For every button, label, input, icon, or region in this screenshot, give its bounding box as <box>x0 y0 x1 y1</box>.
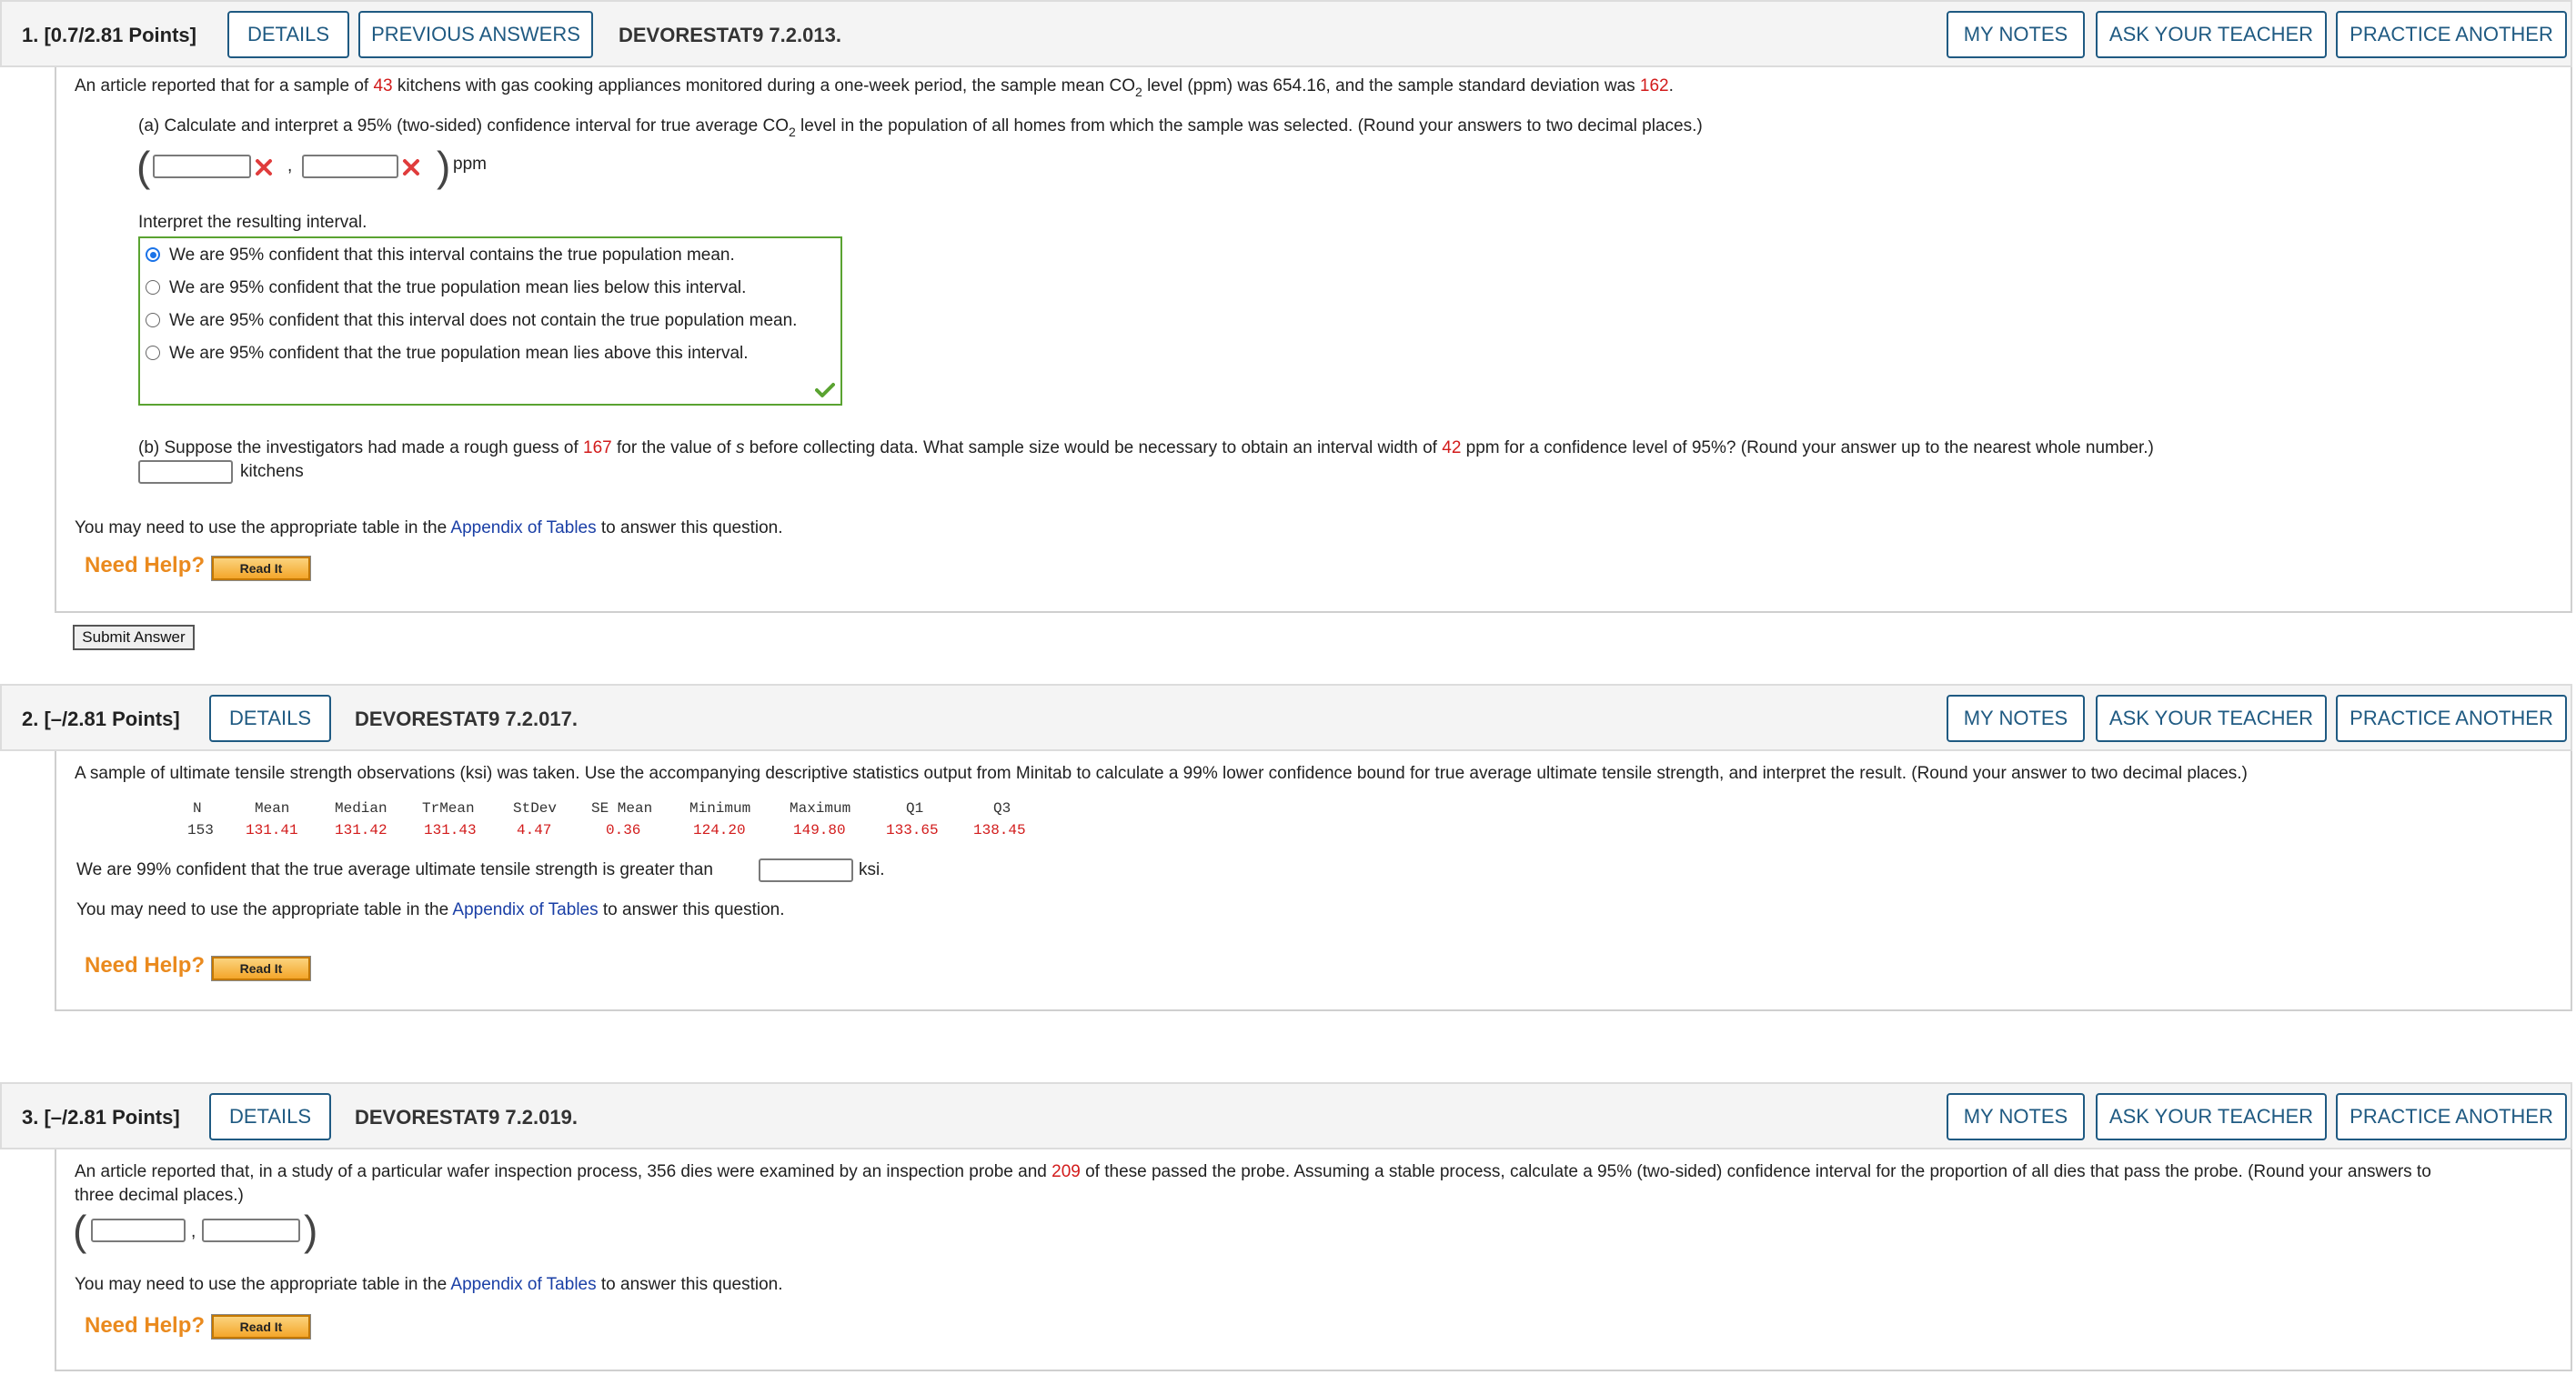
incorrect-x-icon <box>403 159 419 176</box>
q2-value-trmean: 131.43 <box>424 822 477 838</box>
q1-practice-another-button[interactable]: PRACTICE ANOTHER <box>2336 11 2567 58</box>
q2-value-mean: 131.41 <box>246 822 298 838</box>
q2-value-q3: 138.45 <box>973 822 1026 838</box>
q3-details-button[interactable]: DETAILS <box>209 1093 331 1140</box>
q1-comma: , <box>287 156 293 176</box>
q2-answer-unit: ksi. <box>859 860 885 879</box>
q2-header: 2. [–/2.81 Points] DETAILS DEVORESTAT9 7… <box>0 684 2572 751</box>
q3-read-it-button[interactable]: Read It <box>211 1314 311 1340</box>
q3-open-paren: ( <box>73 1207 87 1254</box>
q2-header-q1: Q1 <box>906 800 924 817</box>
q2-practice-another-button[interactable]: PRACTICE ANOTHER <box>2336 695 2567 742</box>
q1-option-4-label[interactable]: We are 95% confident that the true popul… <box>169 344 749 364</box>
q3-header: 3. [–/2.81 Points] DETAILS DEVORESTAT9 7… <box>0 1082 2572 1149</box>
q1-option-4-radio[interactable] <box>146 346 160 360</box>
q3-intro-line-1: An article reported that, in a study of … <box>75 1162 2431 1181</box>
q3-body: An article reported that, in a study of … <box>55 1149 2572 1371</box>
q2-details-button[interactable]: DETAILS <box>209 695 331 742</box>
q1-intro: An article reported that for a sample of… <box>75 76 1674 99</box>
q2-answer-text: We are 99% confident that the true avera… <box>76 860 713 879</box>
q1-option-3-label[interactable]: We are 95% confident that this interval … <box>169 311 797 331</box>
q3-intro-line-2: three decimal places.) <box>75 1186 244 1205</box>
q1-submit-answer-button[interactable]: Submit Answer <box>73 625 195 650</box>
q2-value-semean: 0.36 <box>606 822 641 838</box>
q3-ask-teacher-button[interactable]: ASK YOUR TEACHER <box>2096 1093 2327 1140</box>
q3-close-paren: ) <box>304 1207 318 1254</box>
q1-previous-answers-button[interactable]: PREVIOUS ANSWERS <box>358 11 593 58</box>
q2-value-stdev: 4.47 <box>517 822 552 838</box>
q1-my-notes-button[interactable]: MY NOTES <box>1947 11 2085 58</box>
q2-read-it-button[interactable]: Read It <box>211 956 311 981</box>
q2-need-help: Need Help? <box>85 953 206 978</box>
q1-lower-bound-input[interactable] <box>153 155 251 178</box>
q2-value-n: 153 <box>187 822 214 838</box>
q1-problem-code: DEVORESTAT9 7.2.013. <box>619 24 841 46</box>
q1-interpret-options: We are 95% confident that this interval … <box>138 236 842 406</box>
q1-unit-ppm: ppm <box>453 155 487 174</box>
q2-appendix-link[interactable]: Appendix of Tables <box>452 900 598 919</box>
q2-body: A sample of ultimate tensile strength ob… <box>55 751 2572 1011</box>
q2-header-n: N <box>193 800 202 817</box>
q2-number-points: 2. [–/2.81 Points] <box>22 708 180 730</box>
q1-part-b-text: (b) Suppose the investigators had made a… <box>138 438 2154 457</box>
q2-header-mean: Mean <box>255 800 290 817</box>
q1-need-help: Need Help? <box>85 553 206 577</box>
q2-value-q1: 133.65 <box>886 822 939 838</box>
q1-option-3-radio[interactable] <box>146 313 160 327</box>
q1-appendix-link[interactable]: Appendix of Tables <box>450 518 596 537</box>
q1-interpret-label: Interpret the resulting interval. <box>138 213 367 232</box>
q2-intro: A sample of ultimate tensile strength ob… <box>75 764 2248 783</box>
q2-appendix-note: You may need to use the appropriate tabl… <box>76 900 785 919</box>
q3-practice-another-button[interactable]: PRACTICE ANOTHER <box>2336 1093 2567 1140</box>
q2-header-maximum: Maximum <box>790 800 851 817</box>
q1-body: An article reported that for a sample of… <box>55 67 2572 613</box>
q1-open-paren: ( <box>136 143 151 190</box>
q2-problem-code: DEVORESTAT9 7.2.017. <box>355 708 578 730</box>
incorrect-x-icon <box>256 159 272 176</box>
q2-header-median: Median <box>335 800 387 817</box>
q3-appendix-note: You may need to use the appropriate tabl… <box>75 1275 783 1294</box>
q2-header-q3: Q3 <box>993 800 1011 817</box>
q3-problem-code: DEVORESTAT9 7.2.019. <box>355 1106 578 1129</box>
q3-number-points: 3. [–/2.81 Points] <box>22 1106 180 1129</box>
q3-upper-bound-input[interactable] <box>202 1219 300 1242</box>
q1-option-2-radio[interactable] <box>146 280 160 295</box>
q1-read-it-button[interactable]: Read It <box>211 556 311 581</box>
q1-close-paren: ) <box>437 143 451 190</box>
q1-option-1-radio[interactable] <box>146 247 160 262</box>
q1-upper-bound-input[interactable] <box>302 155 398 178</box>
q2-value-minimum: 124.20 <box>693 822 746 838</box>
q2-header-stdev: StDev <box>513 800 558 817</box>
q2-value-maximum: 149.80 <box>793 822 846 838</box>
q1-sample-size-input[interactable] <box>138 460 233 484</box>
q2-value-median: 131.42 <box>335 822 387 838</box>
q1-appendix-note: You may need to use the appropriate tabl… <box>75 518 783 537</box>
q1-option-2-label[interactable]: We are 95% confident that the true popul… <box>169 278 746 298</box>
q3-need-help: Need Help? <box>85 1313 206 1338</box>
correct-check-icon <box>815 383 835 397</box>
q2-header-trmean: TrMean <box>422 800 475 817</box>
q2-header-semean: SE Mean <box>591 800 653 817</box>
q1-details-button[interactable]: DETAILS <box>227 11 349 58</box>
q1-option-1-label[interactable]: We are 95% confident that this interval … <box>169 246 735 266</box>
q1-header: 1. [0.7/2.81 Points] DETAILS PREVIOUS AN… <box>0 0 2572 67</box>
q3-appendix-link[interactable]: Appendix of Tables <box>450 1275 596 1294</box>
q3-comma: , <box>191 1222 196 1241</box>
q1-ask-teacher-button[interactable]: ASK YOUR TEACHER <box>2096 11 2327 58</box>
q2-lower-bound-input[interactable] <box>759 858 853 882</box>
q2-header-minimum: Minimum <box>689 800 751 817</box>
q1-part-a-text: (a) Calculate and interpret a 95% (two-s… <box>138 116 1703 139</box>
q2-ask-teacher-button[interactable]: ASK YOUR TEACHER <box>2096 695 2327 742</box>
q3-my-notes-button[interactable]: MY NOTES <box>1947 1093 2085 1140</box>
q2-my-notes-button[interactable]: MY NOTES <box>1947 695 2085 742</box>
q1-unit-kitchens: kitchens <box>240 462 304 481</box>
q3-lower-bound-input[interactable] <box>91 1219 186 1242</box>
q1-number-points: 1. [0.7/2.81 Points] <box>22 24 196 46</box>
